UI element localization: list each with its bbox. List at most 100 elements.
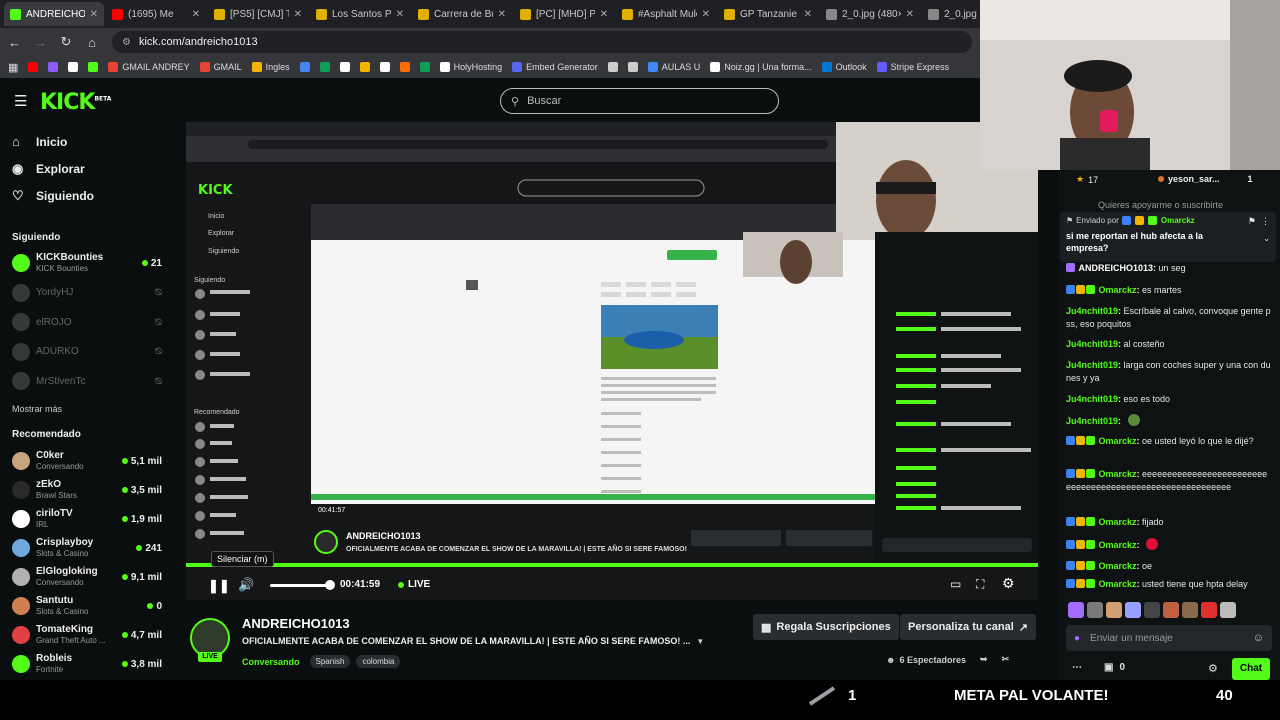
bookmark-item[interactable]	[627, 62, 638, 72]
browser-tab[interactable]: 2_0.jpg✕	[922, 2, 980, 26]
emote-icon[interactable]	[1163, 602, 1179, 618]
tab-close-icon[interactable]: ✕	[804, 9, 812, 20]
emote-icon[interactable]	[1220, 602, 1236, 618]
bookmark-item[interactable]	[607, 62, 618, 72]
chat-username[interactable]: Omarckz	[1099, 540, 1137, 550]
share-icon[interactable]: ➥	[980, 654, 988, 665]
apps-icon[interactable]: ▦	[8, 61, 18, 74]
bookmark-item[interactable]	[359, 62, 370, 72]
bookmark-item[interactable]: GMAIL ANDREY	[108, 62, 190, 72]
bookmark-item[interactable]	[339, 62, 350, 72]
sidebar-channel[interactable]: TomateKing Grand Theft Auto ... 4,7 mil	[12, 622, 162, 648]
clip-icon[interactable]: ✂	[1002, 654, 1010, 665]
sidebar-channel[interactable]: Crisplayboy Slots & Casino 241	[12, 535, 162, 561]
tab-close-icon[interactable]: ✕	[498, 9, 506, 20]
sidebar-channel[interactable]: Santutu Slots & Casino 0	[12, 593, 162, 619]
bookmark-item[interactable]: Stripe Express	[876, 62, 949, 72]
browser-tab[interactable]: 2_0.jpg (480×2✕	[820, 2, 920, 26]
sidebar-channel[interactable]: MrStivenTc ⦰	[12, 368, 162, 394]
browser-tab[interactable]: (1695) Me ✕	[106, 2, 206, 26]
stream-category[interactable]: Conversando	[242, 657, 300, 667]
chat-settings-icon[interactable]: ⚙	[1208, 662, 1218, 675]
seek-bar[interactable]	[186, 563, 1038, 567]
chat-username[interactable]: Ju4nchit019	[1066, 360, 1118, 370]
options-icon[interactable]: ⋯	[1072, 662, 1082, 673]
expand-chevron-icon[interactable]: ⌄	[1263, 234, 1270, 243]
microphone-icon[interactable]: ●	[1074, 633, 1080, 644]
chat-username[interactable]: Omarckz	[1099, 436, 1137, 446]
customize-channel-button[interactable]: Personaliza tu canal ↗	[900, 614, 1036, 640]
bookmark-item[interactable]: Ingles	[251, 62, 290, 72]
volume-slider[interactable]	[270, 584, 330, 587]
tab-close-icon[interactable]: ✕	[906, 9, 914, 20]
sidebar-channel[interactable]: YordyHJ ⦰	[12, 280, 162, 306]
browser-tab[interactable]: [PS5] [CMJ] TO✕	[208, 2, 308, 26]
chevron-down-icon[interactable]: ▼	[696, 637, 704, 646]
url-field[interactable]: ⚙ kick.com/andreicho1013	[112, 31, 972, 53]
emote-icon[interactable]	[1068, 602, 1084, 618]
streamer-name[interactable]: ANDREICHO1013	[242, 616, 350, 631]
kick-logo[interactable]: KICKBETA	[40, 90, 111, 115]
emote-icon[interactable]	[1106, 602, 1122, 618]
show-more-link[interactable]: Mostrar más	[12, 404, 62, 414]
tab-close-icon[interactable]: ✕	[192, 9, 200, 20]
video-player[interactable]: KICK Inicio Explorar Siguiendo Siguiendo Re…	[186, 122, 1038, 600]
browser-tab[interactable]: Carrera de Bus✕	[412, 2, 512, 26]
sidebar-channel[interactable]: elROJO ⦰	[12, 309, 162, 335]
chat-username[interactable]: Omarckz	[1099, 285, 1137, 295]
settings-icon[interactable]: ⚙	[1002, 575, 1015, 592]
chat-send-button[interactable]: Chat	[1232, 658, 1270, 680]
sidebar-channel[interactable]: ElGlogloking Conversando 9,1 mil	[12, 564, 162, 590]
bookmark-item[interactable]: HolyHosting	[439, 62, 502, 72]
chat-username[interactable]: Ju4nchit019	[1066, 306, 1118, 316]
theater-mode-icon[interactable]: ▭	[950, 577, 961, 591]
bookmark-item[interactable]	[299, 62, 310, 72]
chat-username[interactable]: Ju4nchit019	[1066, 416, 1118, 426]
sidebar-channel[interactable]: ADURKO ⦰	[12, 339, 162, 365]
chat-username[interactable]: Ju4nchit019	[1066, 339, 1118, 349]
chat-username[interactable]: Omarckz	[1099, 579, 1137, 589]
gift-subs-button[interactable]: ▩ Regala Suscripciones	[753, 614, 899, 640]
sidebar-channel[interactable]: KICKBounties KICK Bounties 21	[12, 250, 162, 276]
menu-icon[interactable]: ☰	[14, 92, 27, 110]
tab-close-icon[interactable]: ✕	[702, 9, 710, 20]
bookmark-item[interactable]	[319, 62, 330, 72]
forward-icon[interactable]: →	[34, 35, 47, 50]
emote-icon[interactable]	[1125, 602, 1141, 618]
emote-icon[interactable]	[1087, 602, 1103, 618]
tab-close-icon[interactable]: ✕	[600, 9, 608, 20]
chat-username[interactable]: Ju4nchit019	[1066, 394, 1118, 404]
tab-close-icon[interactable]: ✕	[294, 9, 302, 20]
bookmark-item[interactable]: Embed Generator	[512, 62, 598, 72]
fullscreen-icon[interactable]: ⛶	[976, 577, 984, 592]
browser-tab[interactable]: GP Tanzanie b✕	[718, 2, 818, 26]
bookmark-item[interactable]	[68, 62, 79, 72]
bookmark-item[interactable]: AULAS U	[647, 62, 700, 72]
chat-username[interactable]: Omarckz	[1099, 517, 1137, 527]
sidebar-channel[interactable]: zEkO Brawl Stars 3,5 mil	[12, 477, 162, 503]
bookmark-item[interactable]	[88, 62, 99, 72]
bookmark-item[interactable]	[28, 62, 39, 72]
nav-siguiendo[interactable]: ♡ Siguiendo	[12, 188, 94, 204]
emote-icon[interactable]	[1201, 602, 1217, 618]
emote-icon[interactable]	[1182, 602, 1198, 618]
emote-icon[interactable]	[1144, 602, 1160, 618]
more-options-icon[interactable]: ⋮	[1261, 216, 1270, 227]
reload-icon[interactable]: ↻	[60, 34, 72, 50]
site-info-icon[interactable]: ⚙	[122, 37, 131, 48]
browser-tab[interactable]: [PC] [MHD] Pa✕	[514, 2, 614, 26]
bookmark-item[interactable]	[48, 62, 59, 72]
browser-tab[interactable]: Los Santos Pie✕	[310, 2, 410, 26]
bookmark-item[interactable]: GMAIL	[199, 62, 242, 72]
volume-icon[interactable]: 🔊	[238, 577, 254, 593]
browser-tab[interactable]: ANDREICHO ✕	[4, 2, 104, 26]
tab-close-icon[interactable]: ✕	[396, 9, 404, 20]
bookmark-item[interactable]	[419, 62, 430, 72]
nav-inicio[interactable]: ⌂ Inicio	[12, 134, 67, 149]
emoji-icon[interactable]: ☺	[1253, 632, 1264, 644]
tag-spanish[interactable]: Spanish	[309, 655, 351, 668]
bookmark-item[interactable]: Outlook	[821, 62, 867, 72]
tab-close-icon[interactable]: ✕	[90, 9, 98, 20]
back-icon[interactable]: ←	[8, 35, 21, 50]
sidebar-channel[interactable]: ciriloTV IRL 1,9 mil	[12, 506, 162, 532]
